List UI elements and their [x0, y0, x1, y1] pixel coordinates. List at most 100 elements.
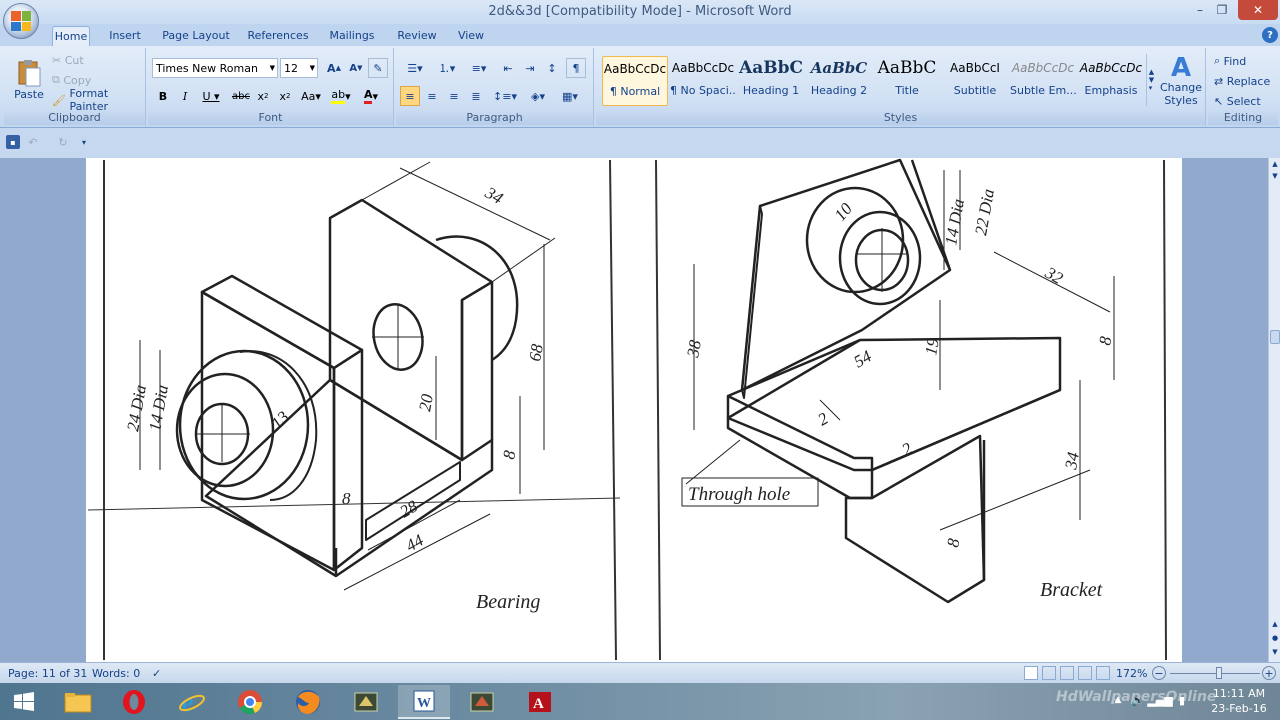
italic-button[interactable]: I	[176, 86, 194, 106]
app-2-button[interactable]	[456, 685, 508, 719]
word-taskbar-button[interactable]: W	[398, 685, 450, 719]
style-heading-2[interactable]: AaBbC Heading 2	[806, 56, 872, 106]
grow-font-button[interactable]: A ▲	[324, 58, 344, 78]
zoom-slider-track[interactable]	[1170, 673, 1260, 674]
bullets-button[interactable]: ☰▾	[400, 58, 430, 78]
opera-button[interactable]	[108, 685, 160, 719]
zoom-slider-thumb[interactable]	[1216, 667, 1222, 679]
select-browse-object-icon[interactable]: ●	[1270, 634, 1280, 644]
proofing-icon[interactable]: ✓	[152, 666, 161, 680]
decrease-indent-icon[interactable]: ⇤	[498, 58, 518, 78]
undo-icon[interactable]: ↶	[26, 135, 40, 149]
font-size-input[interactable]: 12 ▼	[280, 58, 318, 78]
show-hidden-icons[interactable]: ▲	[1112, 693, 1124, 707]
styles-scroll[interactable]: ▲ ▼ ▾	[1146, 54, 1156, 106]
justify-icon[interactable]: ≣	[466, 86, 486, 106]
full-screen-reading-icon[interactable]	[1042, 666, 1056, 680]
font-color-button[interactable]: A ▾	[358, 86, 384, 106]
style-normal[interactable]: AaBbCcDc ¶ Normal	[602, 56, 668, 106]
align-left-icon[interactable]: ≡	[400, 86, 420, 106]
office-button[interactable]	[3, 3, 39, 39]
scroll-down-icon[interactable]: ▼	[1270, 172, 1280, 182]
start-button[interactable]	[0, 685, 48, 719]
tab-mailings[interactable]: Mailings	[324, 26, 380, 46]
outline-view-icon[interactable]	[1078, 666, 1092, 680]
volume-icon[interactable]: 🔈	[1130, 693, 1146, 707]
font-name-input[interactable]: Times New Roman ▼	[152, 58, 278, 78]
select-button[interactable]: ↖ Select	[1214, 92, 1261, 110]
file-explorer-button[interactable]	[52, 685, 104, 719]
multilevel-list-button[interactable]: ≡▾	[464, 58, 494, 78]
bold-button[interactable]: B	[154, 86, 172, 106]
style-title[interactable]: AaBbC Title	[874, 56, 940, 106]
strikethrough-button[interactable]: abc	[230, 86, 252, 106]
next-page-icon[interactable]: ▼	[1270, 648, 1280, 658]
shrink-font-button[interactable]: A ▼	[346, 58, 366, 78]
customize-qat-icon[interactable]: ▾	[78, 135, 90, 149]
word-count[interactable]: Words: 0	[92, 666, 140, 680]
sort-icon[interactable]: ↕	[542, 58, 562, 78]
copy-button[interactable]: ⧉ Copy	[52, 72, 91, 88]
increase-indent-icon[interactable]: ⇥	[520, 58, 540, 78]
restore-button[interactable]: ❐	[1208, 0, 1236, 20]
draft-view-icon[interactable]	[1096, 666, 1110, 680]
help-icon[interactable]: ?	[1262, 27, 1278, 43]
tab-references[interactable]: References	[244, 26, 312, 46]
style-subtle-emphasis[interactable]: AaBbCcDc Subtle Em...	[1010, 56, 1076, 106]
style-emphasis[interactable]: AaBbCcDc Emphasis	[1078, 56, 1144, 106]
app-1-button[interactable]	[340, 685, 392, 719]
web-layout-icon[interactable]	[1060, 666, 1074, 680]
align-center-icon[interactable]: ≡	[422, 86, 442, 106]
internet-explorer-button[interactable]: e	[166, 685, 218, 719]
paste-button[interactable]: Paste	[10, 52, 48, 106]
borders-button[interactable]: ▦▾	[556, 86, 584, 106]
close-button[interactable]: ✕	[1238, 0, 1278, 20]
zoom-level[interactable]: 172%	[1116, 666, 1147, 680]
quick-access-toolbar: ▪ ↶ ↻ ▾	[0, 128, 1280, 158]
clock[interactable]: 11:11 AM 23-Feb-16	[1204, 686, 1274, 716]
dim-label: 34	[1061, 450, 1083, 472]
zoom-in-icon[interactable]: +	[1262, 666, 1276, 680]
line-spacing-button[interactable]: ↕≡▾	[490, 86, 520, 106]
battery-icon[interactable]: ▮	[1174, 693, 1190, 707]
superscript-button[interactable]: x2	[276, 86, 294, 106]
style-subtitle[interactable]: AaBbCcI Subtitle	[942, 56, 1008, 106]
network-icon[interactable]: ▂▄▆	[1147, 693, 1172, 707]
clear-formatting-button[interactable]: ✎	[368, 58, 388, 78]
redo-icon[interactable]: ↻	[56, 135, 70, 149]
change-styles-button[interactable]: A Change Styles	[1158, 52, 1204, 110]
firefox-button[interactable]	[282, 685, 334, 719]
highlight-button[interactable]: ab ▾	[328, 86, 354, 106]
replace-button[interactable]: ⇄ Replace	[1214, 72, 1270, 90]
vertical-scrollbar[interactable]: ▲ ▼ ▲ ● ▼	[1268, 158, 1280, 662]
zoom-out-icon[interactable]: −	[1152, 666, 1166, 680]
tab-insert[interactable]: Insert	[104, 26, 146, 46]
document-page[interactable]: 34 68 24 Dia 14 Dia 13 20 8 8 28 44 Bear…	[86, 158, 1182, 662]
save-icon[interactable]: ▪	[6, 135, 20, 149]
page-indicator[interactable]: Page: 11 of 31	[8, 666, 87, 680]
shading-button[interactable]: ◈▾	[524, 86, 552, 106]
print-layout-icon[interactable]	[1024, 666, 1038, 680]
style-heading-1[interactable]: AaBbC Heading 1	[738, 56, 804, 106]
tab-page-layout[interactable]: Page Layout	[160, 26, 232, 46]
autocad-button[interactable]: A	[514, 685, 566, 719]
change-styles-icon: A	[1170, 53, 1192, 83]
tab-review[interactable]: Review	[394, 26, 440, 46]
style-no-spacing[interactable]: AaBbCcDc ¶ No Spaci...	[670, 56, 736, 106]
numbering-button[interactable]: ⒈▾	[432, 58, 462, 78]
align-right-icon[interactable]: ≡	[444, 86, 464, 106]
format-painter-button[interactable]: 🖌 Format Painter	[52, 87, 145, 113]
tab-view[interactable]: View	[452, 26, 490, 46]
tab-home[interactable]: Home	[52, 26, 90, 46]
show-marks-icon[interactable]: ¶	[566, 58, 586, 78]
chrome-button[interactable]	[224, 685, 276, 719]
change-case-button[interactable]: Aa▾	[298, 86, 324, 106]
subscript-button[interactable]: x2	[254, 86, 272, 106]
prev-page-icon[interactable]: ▲	[1270, 620, 1280, 630]
scroll-up-icon[interactable]: ▲	[1270, 160, 1280, 170]
cut-button[interactable]: ✂ Cut	[52, 52, 84, 68]
find-button[interactable]: ⌕ Find	[1214, 52, 1246, 70]
underline-button[interactable]: U ▾	[198, 86, 224, 106]
drawing-app-icon	[470, 692, 494, 712]
scroll-thumb[interactable]	[1270, 330, 1280, 344]
